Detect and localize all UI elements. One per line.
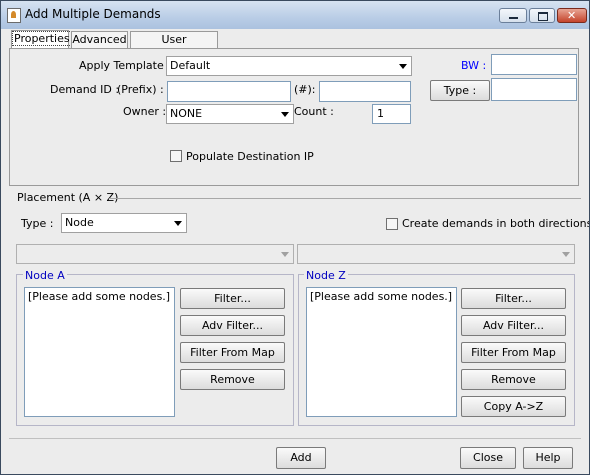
chevron-down-icon	[281, 112, 289, 117]
populate-destination-ip-label: Populate Destination IP	[186, 150, 314, 163]
placement-type-dropdown[interactable]: Node	[61, 213, 187, 233]
count-label: Count :	[294, 105, 334, 118]
demand-id-label: Demand ID :	[50, 83, 120, 96]
tab-user-parameters[interactable]: User Parameters	[130, 31, 218, 62]
close-button[interactable]: Close	[460, 447, 516, 469]
populate-destination-ip-checkbox[interactable]	[170, 150, 182, 162]
type-input[interactable]	[491, 78, 577, 101]
prefix-label: (Prefix) :	[117, 83, 164, 96]
bw-label: BW :	[461, 59, 487, 72]
node-z-filter-button[interactable]: Filter...	[461, 288, 566, 309]
maximize-button[interactable]	[529, 8, 555, 23]
chevron-down-icon	[399, 64, 407, 69]
properties-panel: Apply Template : Default BW : Demand ID …	[9, 48, 579, 186]
node-a-remove-button[interactable]: Remove	[180, 369, 285, 390]
chevron-down-icon	[562, 252, 570, 257]
node-a-filter-button[interactable]: Filter...	[180, 288, 285, 309]
help-button[interactable]: Help	[523, 447, 573, 469]
node-a-list[interactable]: [Please add some nodes.]	[24, 287, 175, 417]
owner-value: NONE	[170, 107, 203, 120]
window-title: Add Multiple Demands	[25, 7, 161, 21]
node-z-remove-button[interactable]: Remove	[461, 369, 566, 390]
chevron-down-icon	[281, 252, 289, 257]
prefix-input[interactable]	[167, 81, 291, 102]
node-a-list-placeholder: [Please add some nodes.]	[28, 290, 171, 303]
placement-type-label: Type :	[21, 217, 54, 230]
title-bar[interactable]: Add Multiple Demands	[1, 1, 589, 29]
node-a-filter-dropdown[interactable]	[16, 244, 294, 264]
count-input[interactable]: 1	[372, 104, 411, 124]
placement-type-value: Node	[65, 216, 94, 229]
node-a-title: Node A	[23, 269, 67, 282]
node-z-list-placeholder: [Please add some nodes.]	[310, 290, 453, 303]
tab-properties[interactable]: Properties	[11, 30, 72, 49]
footer-divider	[9, 438, 581, 439]
both-directions-label: Create demands in both directions	[402, 217, 590, 230]
node-z-list[interactable]: [Please add some nodes.]	[306, 287, 457, 417]
placement-divider	[109, 198, 581, 199]
node-a-adv-filter-button[interactable]: Adv Filter...	[180, 315, 285, 336]
copy-a-to-z-button[interactable]: Copy A->Z	[461, 396, 566, 417]
apply-template-dropdown[interactable]: Default	[166, 56, 412, 76]
add-button[interactable]: Add	[276, 447, 326, 469]
apply-template-label: Apply Template :	[79, 59, 171, 72]
type-button[interactable]: Type :	[430, 80, 490, 101]
owner-dropdown[interactable]: NONE	[166, 104, 294, 124]
add-multiple-demands-window: Add Multiple Demands Properties Advanced…	[0, 0, 590, 475]
both-directions-checkbox[interactable]	[386, 218, 398, 230]
node-a-filter-from-map-button[interactable]: Filter From Map	[180, 342, 285, 363]
apply-template-value: Default	[170, 59, 211, 72]
node-z-filter-from-map-button[interactable]: Filter From Map	[461, 342, 566, 363]
bw-input[interactable]	[491, 54, 577, 75]
node-z-filter-dropdown[interactable]	[297, 244, 575, 264]
app-icon	[7, 8, 21, 23]
node-z-adv-filter-button[interactable]: Adv Filter...	[461, 315, 566, 336]
minimize-button[interactable]	[499, 8, 527, 23]
tab-advanced[interactable]: Advanced	[71, 31, 128, 48]
number-label: (#):	[294, 83, 316, 96]
close-window-button[interactable]	[557, 8, 587, 23]
owner-label: Owner :	[123, 105, 167, 118]
node-z-title: Node Z	[304, 269, 348, 282]
placement-title: Placement (A × Z)	[17, 191, 119, 204]
chevron-down-icon	[174, 221, 182, 226]
number-input[interactable]	[319, 81, 411, 102]
